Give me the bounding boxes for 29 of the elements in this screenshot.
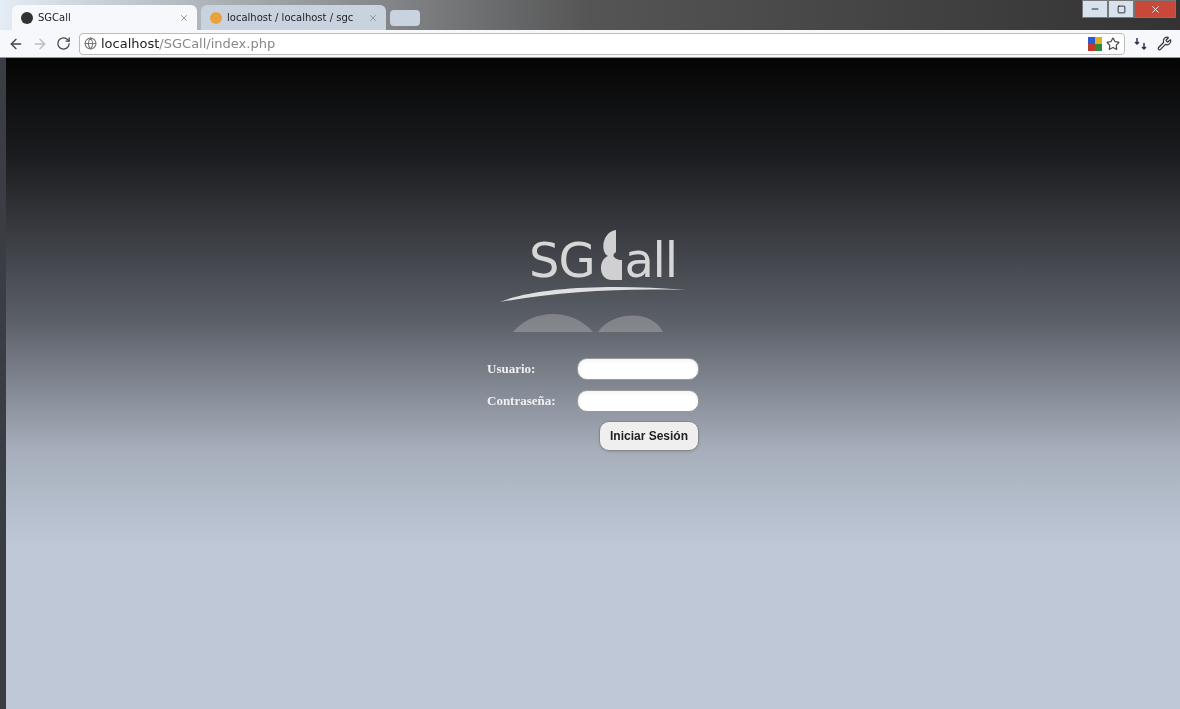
login-button[interactable]: Iniciar Sesión	[598, 421, 699, 451]
reload-icon[interactable]	[56, 36, 71, 51]
tab-title: SGCall	[38, 11, 72, 25]
address-field[interactable]: localhost/SGCall/index.php	[79, 32, 1125, 55]
tab-favicon-icon	[209, 10, 223, 25]
maximize-icon	[1116, 4, 1126, 14]
field-label: Usuario:	[487, 360, 537, 379]
close-tab-icon[interactable]	[368, 12, 378, 23]
bookmark-star-icon[interactable]	[1106, 36, 1120, 51]
new-tab-button[interactable]	[390, 10, 420, 26]
url-host: localhost	[101, 34, 160, 53]
settings-icon[interactable]	[1157, 36, 1172, 51]
url-path: /SGCall/index.php	[159, 34, 276, 53]
extension-icon[interactable]	[1088, 36, 1102, 51]
tab-title: localhost / localhost / sgc	[227, 11, 355, 25]
close-icon	[1149, 3, 1161, 15]
globe-icon	[84, 37, 97, 50]
input-field[interactable]	[577, 390, 699, 412]
browser-tab[interactable]: SGCall	[12, 5, 197, 30]
tab-favicon-icon	[20, 10, 34, 25]
minimize-button[interactable]	[1082, 0, 1108, 18]
maximize-button[interactable]	[1108, 0, 1134, 18]
field-label: Contraseña:	[487, 392, 557, 411]
input-field[interactable]	[577, 358, 699, 380]
logo-text: SG	[529, 236, 595, 284]
close-tab-icon[interactable]	[179, 12, 189, 23]
logo-text: all	[624, 236, 677, 284]
browser-tab[interactable]: localhost / localhost / sgc	[201, 5, 386, 30]
page-actions-icon[interactable]	[1133, 35, 1149, 52]
